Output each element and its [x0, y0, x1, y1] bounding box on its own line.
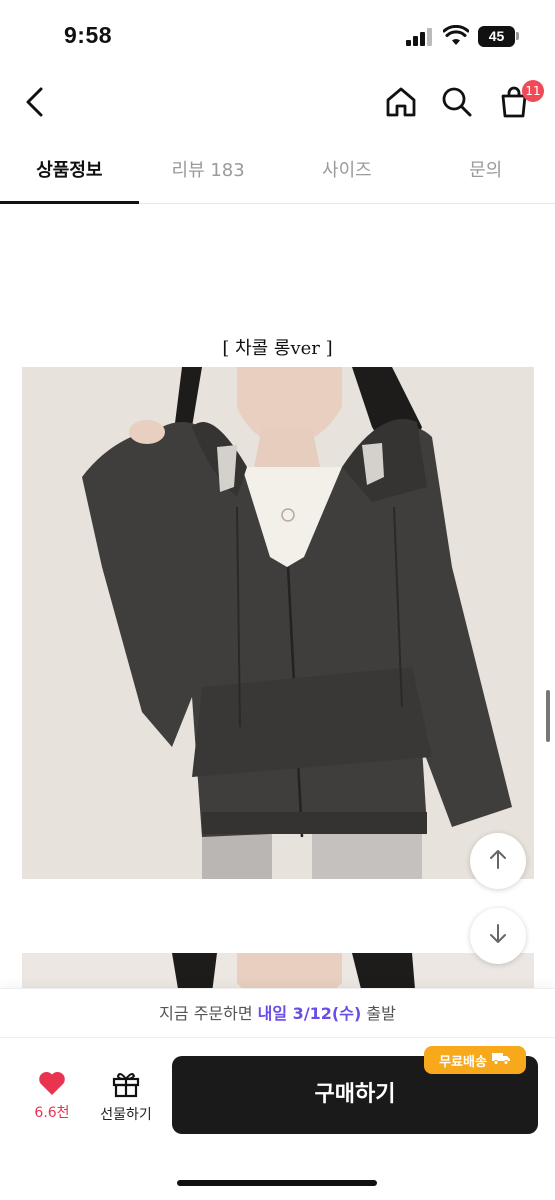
battery-tip: [516, 32, 519, 40]
cart-count-badge: 11: [522, 80, 544, 102]
shipping-suffix: 출발: [361, 1004, 396, 1023]
battery-indicator: 45: [478, 26, 515, 47]
like-count: 6.6천: [34, 1105, 70, 1121]
chevron-left-icon[interactable]: [14, 80, 54, 124]
product-image: [22, 367, 534, 879]
shipping-date: 내일 3/12(수): [257, 1004, 362, 1023]
product-caption: [ 차콜 롱ver ]: [222, 338, 333, 359]
shipping-notice: 지금 주문하면 내일 3/12(수) 출발: [0, 988, 555, 1038]
bottom-action-bar: 6.6천 선물하기 구매하기 무료배송: [0, 1038, 555, 1200]
tab-reviews[interactable]: 리뷰 183: [139, 142, 278, 203]
tab-inquiry[interactable]: 문의: [416, 142, 555, 203]
arrow-up-icon: [487, 848, 509, 874]
status-time: 9:58: [64, 22, 113, 48]
tab-product-info[interactable]: 상품정보: [0, 142, 139, 204]
free-shipping-badge: 무료배송: [424, 1046, 526, 1074]
product-tabs: 상품정보 리뷰 183 사이즈 문의: [0, 142, 555, 204]
search-icon[interactable]: [437, 82, 477, 122]
scroll-up-button[interactable]: [470, 833, 526, 889]
home-indicator: [177, 1180, 377, 1186]
scroll-down-button[interactable]: [470, 908, 526, 964]
top-nav: [0, 72, 555, 132]
gift-label: 선물하기: [100, 1107, 152, 1123]
status-bar: 9:58 45: [0, 0, 555, 72]
home-icon[interactable]: [381, 82, 421, 122]
wifi-icon: [442, 24, 470, 47]
truck-icon: [491, 1051, 511, 1069]
like-button[interactable]: 6.6천: [24, 1070, 80, 1122]
signal-icon: [406, 28, 434, 46]
arrow-down-icon: [487, 923, 509, 949]
free-shipping-label: 무료배송: [439, 1054, 487, 1070]
shipping-prefix: 지금 주문하면: [159, 1004, 258, 1023]
scrollbar[interactable]: [546, 690, 550, 742]
gift-icon: [111, 1073, 141, 1102]
tab-size[interactable]: 사이즈: [278, 142, 417, 203]
heart-icon: [38, 1071, 66, 1100]
gift-button[interactable]: 선물하기: [92, 1070, 160, 1124]
